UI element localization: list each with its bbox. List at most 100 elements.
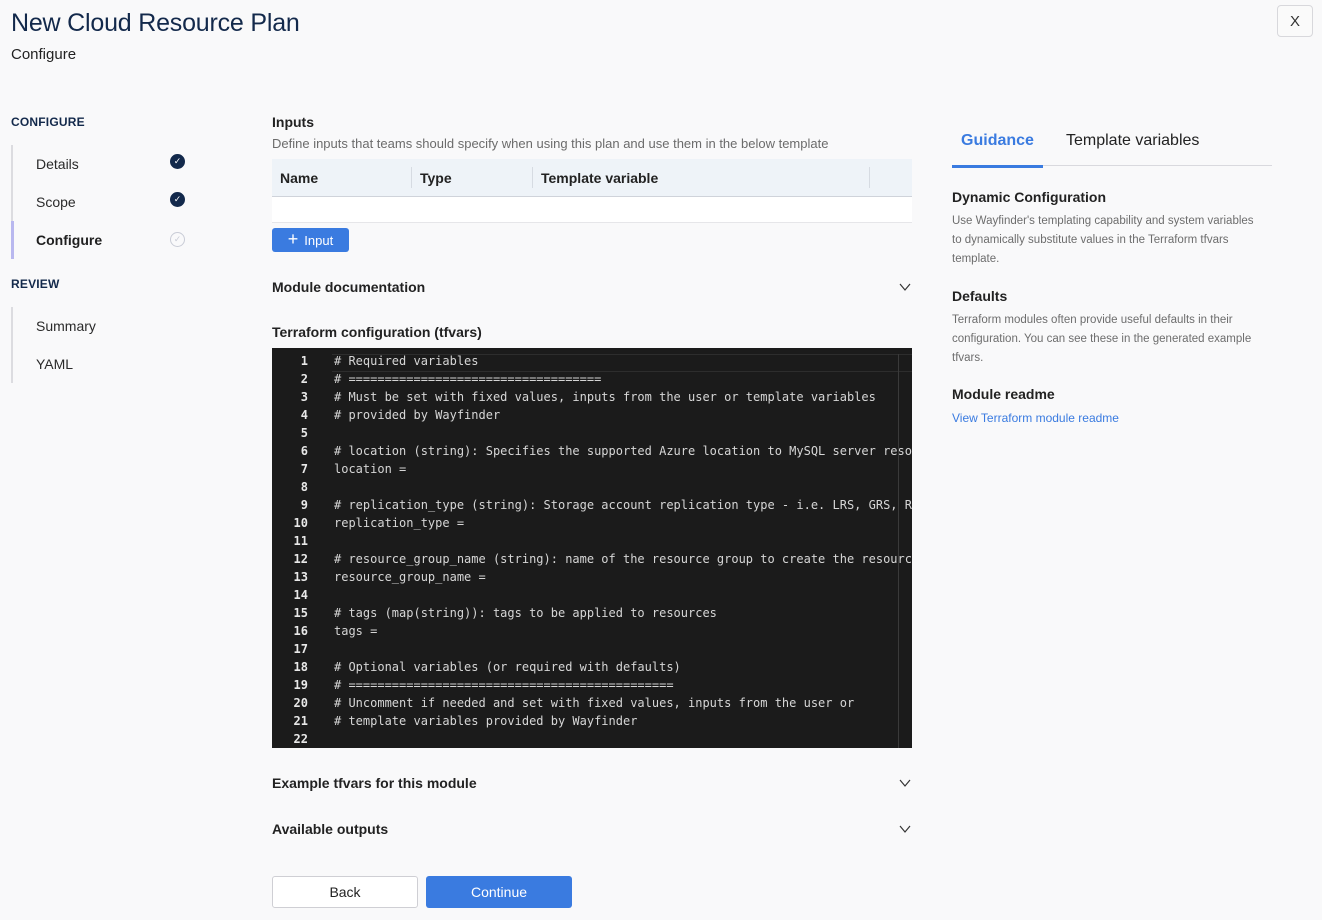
accordion-label: Module documentation [272, 279, 426, 295]
code-line: 11 [272, 534, 912, 552]
line-number: 18 [293, 660, 308, 674]
tab-guidance[interactable]: Guidance [952, 116, 1043, 168]
step-complete-check-icon: ✓ [170, 192, 185, 207]
accordion-label: Available outputs [272, 821, 389, 837]
sidebar-item-label: Summary [36, 318, 96, 334]
sidebar-item-label: YAML [36, 356, 74, 372]
line-number: 8 [300, 480, 308, 494]
inputs-table-header: Name Type Template variable [272, 159, 912, 197]
line-number: 12 [293, 552, 308, 566]
line-number: 7 [300, 462, 308, 476]
code-text: tags = [334, 624, 378, 638]
code-line: 10 replication_type = [272, 516, 912, 534]
module-documentation-accordion[interactable]: Module documentation [272, 275, 912, 299]
line-number: 11 [293, 534, 308, 548]
line-number: 22 [293, 732, 308, 746]
code-line: 9 # replication_type (string): Storage ac… [272, 498, 912, 516]
code-line: 13 resource_group_name = [272, 570, 912, 588]
sidebar-item-configure[interactable]: Configure ✓ [11, 221, 191, 259]
code-text: # template variables provided by Wayfind… [334, 714, 638, 728]
code-text: resource_group_name = [334, 570, 486, 584]
line-number: 15 [293, 606, 308, 620]
code-text: # tags (map(string)): tags to be applied… [334, 606, 717, 620]
add-input-button[interactable]: + Input [272, 228, 349, 252]
line-number: 4 [300, 408, 308, 422]
chevron-down-icon [899, 779, 911, 787]
code-line: 3 # Must be set with fixed values, inputs… [272, 390, 912, 408]
column-header-actions [870, 159, 912, 196]
column-header-template-variable[interactable]: Template variable [533, 159, 870, 196]
chevron-down-icon [899, 825, 911, 833]
inputs-table-empty-row [272, 197, 912, 223]
line-number: 19 [293, 678, 308, 692]
page-title: New Cloud Resource Plan [11, 9, 300, 37]
column-header-type[interactable]: Type [412, 159, 533, 196]
step-pending-check-icon: ✓ [170, 232, 185, 247]
sidebar-item-summary[interactable]: Summary [13, 307, 191, 345]
tfvars-code-editor[interactable]: 1 # Required variables 2 # ================… [272, 348, 912, 748]
sidebar-item-scope[interactable]: Scope ✓ [13, 183, 191, 221]
line-number: 17 [293, 642, 308, 656]
guidance-text-defaults: Terraform modules often provide useful d… [952, 314, 1252, 364]
line-number: 9 [300, 498, 308, 512]
code-line: 19 # ====================================… [272, 678, 912, 696]
column-header-name[interactable]: Name [272, 159, 412, 196]
code-line: 17 [272, 642, 912, 660]
editor-ruler [898, 354, 899, 748]
guidance-title-defaults: Defaults [952, 288, 1008, 304]
guidance-title-module-readme: Module readme [952, 386, 1055, 402]
code-text: # location (string): Specifies the suppo… [334, 444, 912, 458]
sidebar-item-label: Configure [36, 232, 103, 248]
close-icon: X [1289, 12, 1300, 30]
code-text: # Must be set with fixed values, inputs … [334, 390, 876, 404]
terraform-config-label: Terraform configuration (tfvars) [272, 324, 482, 340]
tab-template-variables[interactable]: Template variables [1066, 116, 1199, 166]
page-subtitle: Configure [11, 46, 77, 63]
guidance-tabs: Guidance Template variables [952, 116, 1272, 168]
example-tfvars-accordion[interactable]: Example tfvars for this module [272, 771, 912, 795]
view-module-readme-link[interactable]: View Terraform module readme [952, 411, 1119, 425]
line-number: 13 [293, 570, 308, 584]
code-line: 7 location = [272, 462, 912, 480]
sidebar-item-label: Scope [36, 194, 76, 210]
sidebar-heading-configure: CONFIGURE [11, 115, 85, 129]
close-button[interactable]: X [1277, 5, 1313, 37]
code-text: location = [334, 462, 407, 476]
available-outputs-accordion[interactable]: Available outputs [272, 817, 912, 841]
sidebar-item-details[interactable]: Details ✓ [13, 145, 191, 183]
guidance-text-dynamic-configuration: Use Wayfinder's templating capability an… [952, 215, 1254, 265]
code-line: 14 [272, 588, 912, 606]
sidebar-item-yaml[interactable]: YAML [13, 345, 191, 383]
new-cloud-resource-plan-page: New Cloud Resource Plan Configure X CONF… [0, 0, 1322, 920]
inputs-title: Inputs [272, 114, 314, 130]
line-number: 2 [300, 372, 308, 386]
guidance-title-dynamic-configuration: Dynamic Configuration [952, 189, 1107, 205]
sidebar-group-configure: Details ✓ Scope ✓ Configure ✓ [11, 145, 191, 259]
sidebar-group-review: Summary YAML [11, 307, 191, 383]
code-line: 4 # provided by Wayfinder [272, 408, 912, 426]
code-line: 20 # Uncomment if needed and set with fix… [272, 696, 912, 714]
code-text: # ======================================… [334, 678, 674, 692]
line-number: 20 [293, 696, 308, 710]
line-number: 6 [300, 444, 308, 458]
back-button[interactable]: Back [272, 876, 418, 908]
line-number: 5 [300, 426, 308, 440]
code-text: replication_type = [334, 516, 465, 530]
line-number: 10 [293, 516, 308, 530]
code-line: 16 tags = [272, 624, 912, 642]
code-line: 5 [272, 426, 912, 444]
line-number: 14 [293, 588, 308, 602]
code-text: # Required variables [334, 354, 479, 368]
plus-icon: + [287, 229, 299, 249]
continue-button[interactable]: Continue [426, 876, 572, 908]
line-number: 21 [293, 714, 308, 728]
code-line: 15 # tags (map(string)): tags to be appli… [272, 606, 912, 624]
code-line: 8 [272, 480, 912, 498]
step-complete-check-icon: ✓ [170, 154, 185, 169]
code-text: # Uncomment if needed and set with fixed… [334, 696, 855, 710]
line-number: 1 [300, 354, 308, 368]
chevron-down-icon [899, 283, 911, 291]
line-number: 3 [300, 390, 308, 404]
inputs-table: Name Type Template variable [272, 159, 912, 223]
line-number: 16 [293, 624, 308, 638]
